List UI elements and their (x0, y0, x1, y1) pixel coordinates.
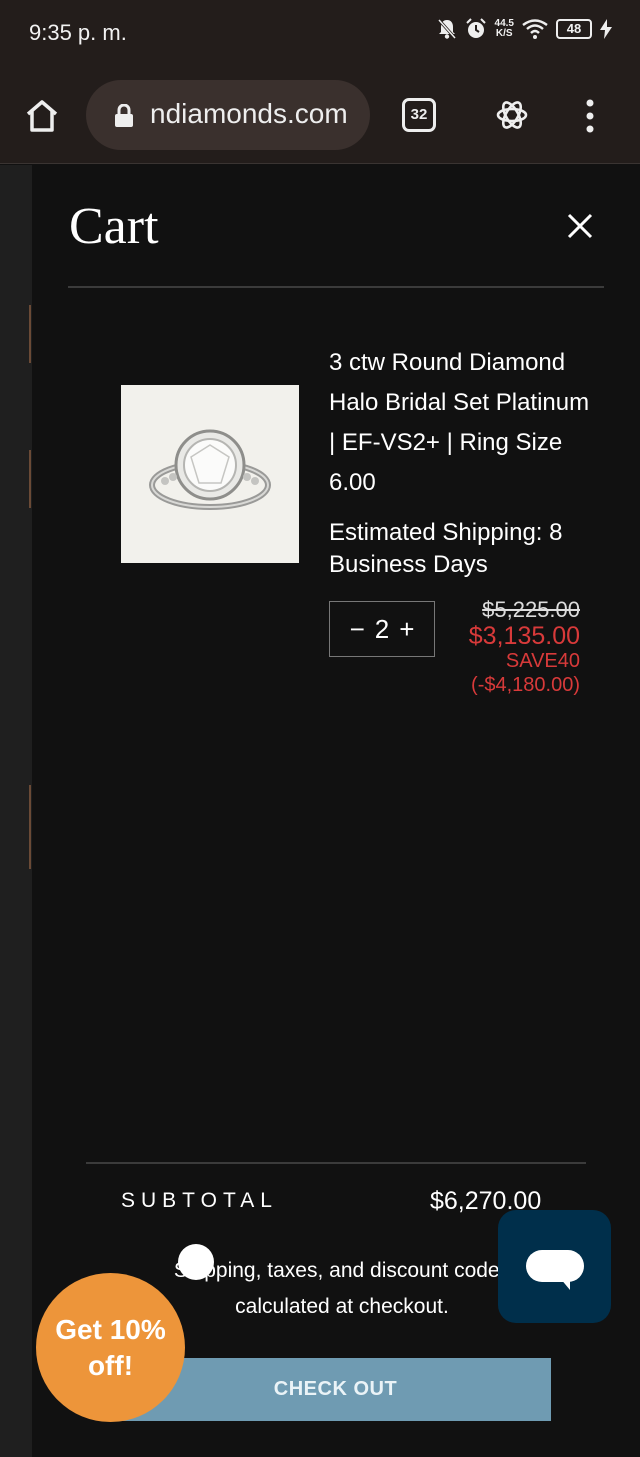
url-text: ndiamonds.com (150, 98, 348, 129)
chat-icon-tail (560, 1278, 570, 1290)
discount-popup-badge[interactable]: Get 10% off! (36, 1273, 185, 1422)
product-title[interactable]: 3 ctw Round Diamond Halo Bridal Set Plat… (329, 343, 599, 503)
ring-image-icon (149, 429, 271, 510)
charging-icon (600, 19, 612, 39)
tabs-button[interactable]: 32 (402, 98, 436, 132)
subtotal-label: SUBTOTAL (121, 1189, 278, 1212)
increase-quantity-button[interactable]: + (399, 614, 414, 645)
address-bar[interactable]: ndiamonds.com (86, 80, 370, 150)
decrease-quantity-button[interactable]: − (350, 614, 365, 645)
net-speed: 44.5 K/S (495, 19, 514, 39)
sale-price: $3,135.00 (468, 622, 580, 650)
status-bar: 9:35 p. m. 44.5 K/S 48 (0, 0, 640, 66)
mute-bell-icon (437, 19, 456, 39)
discount-amount: (-$4,180.00) (471, 674, 580, 696)
quantity-stepper: − 2 + (329, 601, 435, 657)
divider (86, 1162, 586, 1164)
backdrop-accent (29, 305, 31, 363)
net-speed-unit: K/S (495, 28, 513, 39)
chat-button[interactable] (498, 1210, 611, 1323)
wifi-icon (522, 19, 548, 39)
chatgpt-icon[interactable] (493, 96, 531, 134)
browser-toolbar: ndiamonds.com 32 (0, 66, 640, 164)
battery-indicator: 48 (556, 19, 592, 39)
page-backdrop[interactable] (0, 165, 32, 1457)
cart-title: Cart (69, 198, 159, 255)
product-image[interactable] (121, 385, 299, 563)
touch-indicator (178, 1244, 214, 1280)
original-price: $5,225.00 (482, 597, 580, 622)
price-block: $5,225.00 $3,135.00 SAVE40 (-$4,180.00) (469, 597, 580, 697)
alarm-icon (465, 18, 486, 38)
shipping-estimate: Estimated Shipping: 8 Business Days (329, 519, 563, 578)
divider (68, 286, 604, 288)
backdrop-accent (29, 785, 31, 869)
checkout-button[interactable]: CHECK OUT (120, 1358, 551, 1421)
home-icon[interactable] (22, 96, 62, 136)
status-time: 9:35 p. m. (29, 20, 127, 45)
more-options-icon[interactable] (580, 98, 600, 134)
close-icon[interactable] (562, 208, 598, 244)
chat-icon (526, 1250, 584, 1282)
status-icons: 44.5 K/S 48 (437, 18, 612, 40)
promo-code: SAVE40 (505, 650, 580, 672)
lock-icon (115, 104, 133, 127)
quantity-value[interactable]: 2 (375, 614, 389, 645)
backdrop-accent (29, 450, 31, 508)
